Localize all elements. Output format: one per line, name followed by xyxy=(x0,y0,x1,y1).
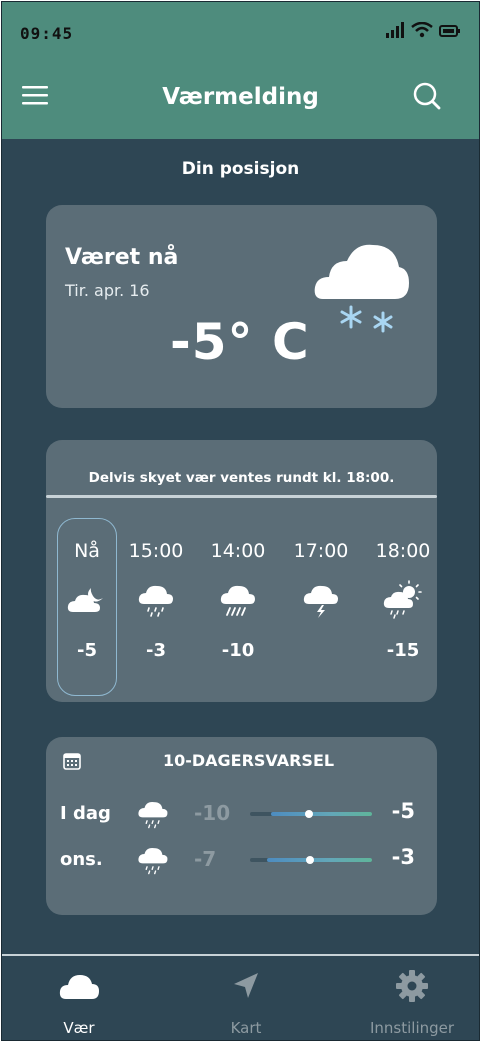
hour-temperature xyxy=(286,640,356,664)
partly-cloudy-night-icon xyxy=(67,588,103,612)
forecast-row[interactable]: ons. -7 -3 xyxy=(46,843,437,883)
navigation-arrow-icon xyxy=(234,973,258,998)
heavy-rain-cloud-icon xyxy=(220,585,255,616)
current-date: Tir. apr. 16 xyxy=(65,281,150,300)
hour-time: 14:00 xyxy=(210,540,266,562)
signal-icon xyxy=(386,22,404,38)
phone-screen: 09:45 Værmelding Din posisjon Været nå T… xyxy=(1,1,480,1041)
temperature-range-bar xyxy=(250,856,372,864)
bottom-navigation: Vær Kart Innstilinger xyxy=(2,957,479,1040)
temperature-range-fill xyxy=(267,858,372,862)
nav-item-map[interactable]: Kart xyxy=(186,969,306,1037)
forecast-day: I dag xyxy=(60,803,111,824)
nav-label: Vær xyxy=(63,1019,95,1037)
thunder-cloud-icon xyxy=(303,585,338,618)
battery-icon xyxy=(439,25,460,37)
hour-temperature: -10 xyxy=(221,640,255,661)
forecast-high: -5 xyxy=(391,799,415,823)
hour-time: Nå xyxy=(74,540,100,562)
sun-rain-icon xyxy=(383,580,422,619)
forecast-low: -10 xyxy=(194,801,231,825)
divider xyxy=(46,495,437,498)
current-temperature: -5° C xyxy=(170,313,310,371)
temperature-range-fill xyxy=(270,812,372,816)
nav-item-weather[interactable]: Vær xyxy=(19,969,139,1037)
nav-label: Innstilinger xyxy=(369,1019,455,1037)
wifi-icon xyxy=(411,22,433,38)
hour-time: 17:00 xyxy=(293,540,349,562)
forecast-row[interactable]: I dag -10 -5 xyxy=(46,797,437,837)
rain-cloud-icon xyxy=(138,802,168,829)
ten-day-forecast-card[interactable]: 10-DAGERSVARSEL I dag -10 -5 ons. -7 -3 xyxy=(46,737,437,915)
hour-temperature: -15 xyxy=(386,640,420,661)
forecast-high: -3 xyxy=(391,845,415,869)
hourly-forecast-card[interactable]: Delvis skyet vær ventes rundt kl. 18:00.… xyxy=(46,440,437,702)
hour-time: 18:00 xyxy=(375,540,431,562)
cloud-icon xyxy=(59,975,99,999)
nav-item-settings[interactable]: Innstilinger xyxy=(352,969,472,1037)
status-icons xyxy=(385,22,461,38)
hour-temperature: -3 xyxy=(146,640,166,661)
hour-item[interactable]: 17:00 xyxy=(286,540,356,664)
page-title: Værmelding xyxy=(162,84,319,110)
status-time: 09:45 xyxy=(20,24,74,43)
hour-item[interactable]: Nå -5 xyxy=(52,540,122,664)
location-label: Din posisjon xyxy=(181,159,300,179)
forecast-day: ons. xyxy=(60,849,103,870)
current-title: Været nå xyxy=(65,245,179,270)
rain-cloud-icon xyxy=(138,585,173,617)
search-icon[interactable] xyxy=(411,80,443,112)
hour-time: 15:00 xyxy=(128,540,184,562)
hour-item[interactable]: 15:00 -3 xyxy=(121,540,191,664)
current-temp-marker xyxy=(305,856,314,864)
status-bar: 09:45 xyxy=(2,2,479,60)
gear-icon xyxy=(396,970,428,1002)
forecast-title: 10-DAGERSVARSEL xyxy=(162,751,335,770)
cloud-snow-icon xyxy=(314,244,409,333)
nav-label: Kart xyxy=(230,1019,262,1037)
temperature-range-bar xyxy=(250,810,372,818)
nav-divider xyxy=(2,954,479,956)
hourly-summary: Delvis skyet vær ventes rundt kl. 18:00. xyxy=(88,470,395,486)
rain-cloud-icon xyxy=(138,848,168,875)
app-bar: Værmelding xyxy=(2,60,479,139)
hour-item[interactable]: 18:00 -15 xyxy=(368,540,438,664)
current-weather-card[interactable]: Været nå Tir. apr. 16 -5° C xyxy=(46,205,437,408)
forecast-low: -7 xyxy=(194,847,217,871)
hour-temperature: -5 xyxy=(77,640,97,661)
current-temp-marker xyxy=(304,810,313,818)
hour-item[interactable]: 14:00 -10 xyxy=(203,540,273,664)
